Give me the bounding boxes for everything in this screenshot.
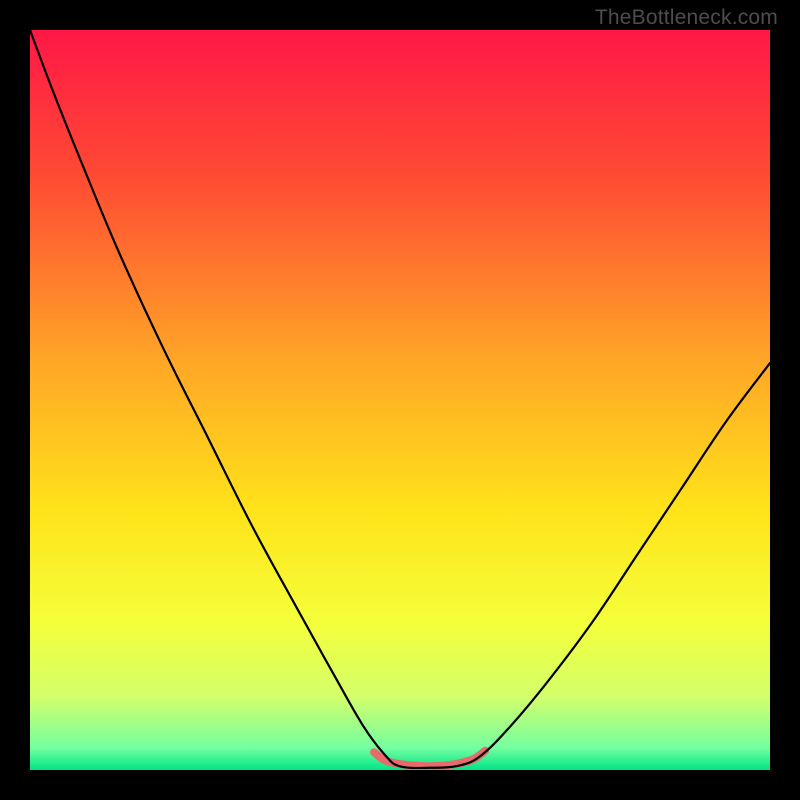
plot-area [30, 30, 770, 770]
gradient-background [30, 30, 770, 770]
watermark-text: TheBottleneck.com [595, 6, 778, 30]
bottleneck-chart [30, 30, 770, 770]
chart-frame: TheBottleneck.com [0, 0, 800, 800]
